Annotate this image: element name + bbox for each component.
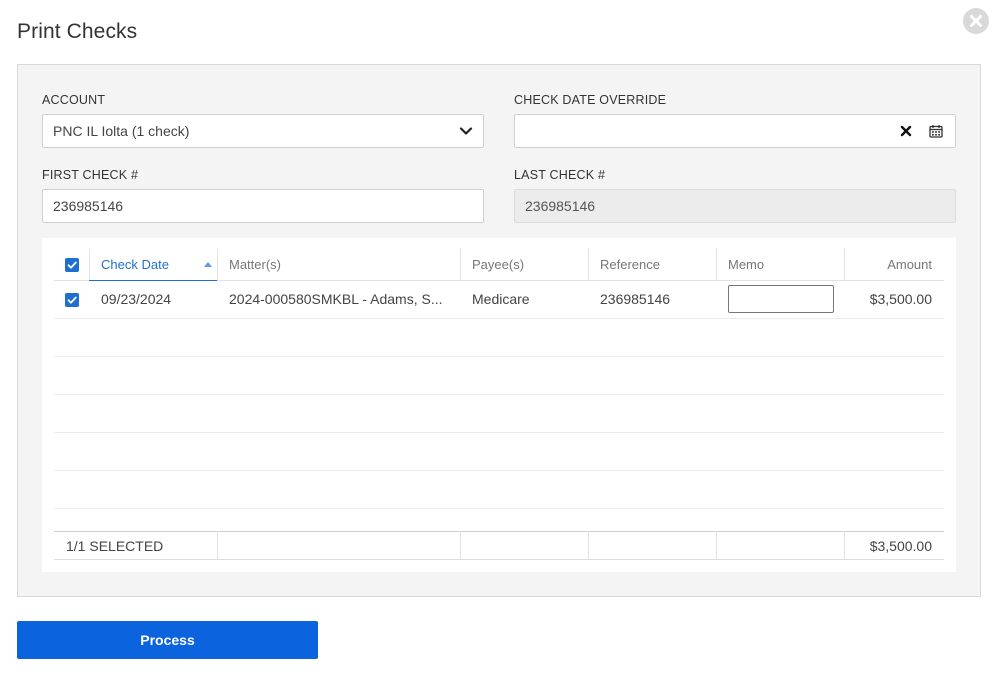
empty-row bbox=[54, 318, 944, 357]
cell-payees: Medicare bbox=[460, 280, 588, 319]
check-icon bbox=[67, 296, 77, 304]
empty-row bbox=[54, 432, 944, 471]
cell-memo bbox=[716, 280, 844, 319]
cell-matters: 2024-000580SMKBL - Adams, S... bbox=[217, 280, 460, 319]
column-header-matters[interactable]: Matter(s) bbox=[217, 249, 460, 281]
empty-row bbox=[54, 470, 944, 509]
close-icon bbox=[970, 15, 982, 27]
sort-ascending-icon bbox=[204, 262, 212, 267]
memo-input[interactable] bbox=[728, 285, 834, 313]
column-header-reference[interactable]: Reference bbox=[588, 249, 716, 281]
check-date-override-field bbox=[514, 114, 956, 148]
close-button[interactable] bbox=[963, 8, 989, 34]
check-date-override-input[interactable] bbox=[515, 115, 885, 147]
last-check-label: LAST CHECK # bbox=[514, 168, 606, 182]
chevron-down-icon bbox=[459, 127, 473, 135]
dialog-title: Print Checks bbox=[17, 20, 138, 43]
checks-grid: Check Date Matter(s) Payee(s) Reference … bbox=[42, 238, 956, 572]
select-all-cell bbox=[54, 249, 89, 281]
column-header-check-date[interactable]: Check Date bbox=[89, 249, 217, 281]
select-all-checkbox[interactable] bbox=[64, 258, 79, 273]
account-select[interactable]: PNC IL Iolta (1 check) bbox=[42, 114, 484, 148]
cell-reference: 236985146 bbox=[588, 280, 716, 319]
grid-footer: 1/1 SELECTED $3,500.00 bbox=[54, 531, 944, 560]
column-header-amount[interactable]: Amount bbox=[844, 249, 944, 281]
first-check-input[interactable]: 236985146 bbox=[42, 189, 484, 223]
checks-table: Check Date Matter(s) Payee(s) Reference … bbox=[54, 249, 944, 509]
date-controls bbox=[889, 115, 955, 147]
footer-row: 1/1 SELECTED $3,500.00 bbox=[54, 531, 944, 560]
check-icon bbox=[67, 261, 77, 269]
empty-row bbox=[54, 356, 944, 395]
calendar-icon[interactable] bbox=[929, 124, 943, 138]
first-check-label: FIRST CHECK # bbox=[42, 168, 139, 182]
print-checks-panel: ACCOUNT PNC IL Iolta (1 check) CHECK DAT… bbox=[17, 64, 981, 597]
account-label: ACCOUNT bbox=[42, 93, 106, 107]
column-header-payees[interactable]: Payee(s) bbox=[460, 249, 588, 281]
selected-count: 1/1 SELECTED bbox=[54, 531, 217, 560]
process-button[interactable]: Process bbox=[17, 621, 318, 659]
footer-total-amount: $3,500.00 bbox=[843, 531, 944, 560]
cell-check-date: 09/23/2024 bbox=[89, 280, 217, 319]
account-value: PNC IL Iolta (1 check) bbox=[53, 123, 190, 139]
cell-amount: $3,500.00 bbox=[844, 280, 944, 319]
empty-row bbox=[54, 394, 944, 433]
last-check-input: 236985146 bbox=[514, 189, 956, 223]
table-header-row: Check Date Matter(s) Payee(s) Reference … bbox=[54, 249, 944, 281]
row-select-cell bbox=[54, 280, 89, 319]
table-row[interactable]: 09/23/2024 2024-000580SMKBL - Adams, S..… bbox=[54, 280, 944, 319]
column-header-memo[interactable]: Memo bbox=[716, 249, 844, 281]
clear-x-icon[interactable] bbox=[899, 124, 913, 138]
row-checkbox[interactable] bbox=[64, 293, 79, 308]
check-date-override-label: CHECK DATE OVERRIDE bbox=[514, 93, 667, 107]
